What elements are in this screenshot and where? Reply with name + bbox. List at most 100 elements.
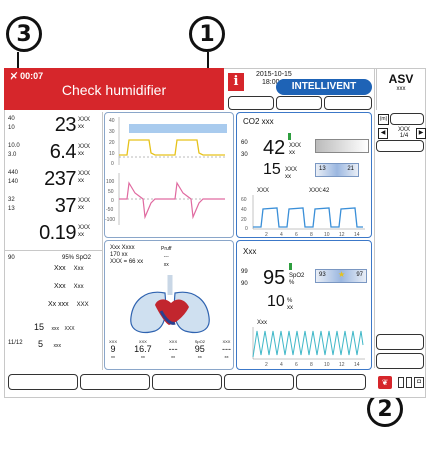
pleth-wave bbox=[252, 330, 364, 358]
pleth-xtick-2: 2 bbox=[265, 362, 268, 368]
right-button-lower-2[interactable] bbox=[376, 353, 424, 369]
vent-mode[interactable]: ASV xxx bbox=[376, 68, 425, 110]
monitoring-value-row: 440 140 237 XXX xx bbox=[8, 167, 102, 193]
pleth-xtick-6: 6 bbox=[295, 362, 298, 368]
monitoring-value-row: 32 13 37 XXX xx bbox=[8, 194, 102, 220]
intellivent-button[interactable]: INTELLIVENT bbox=[276, 79, 372, 95]
limit-high: 440 bbox=[8, 170, 19, 176]
waveform-graphs: 40 30 20 10 0 100 50 0 -50 -100 bbox=[105, 117, 227, 225]
co2-xtick-10: 10 bbox=[324, 232, 330, 237]
left-small-spo2: 95% SpO2 bbox=[62, 255, 92, 261]
right-button-page[interactable] bbox=[376, 140, 424, 152]
spo2-panel: Xxx 99 90 95 SpO2 % 93 ★ 97 10 % xx Xxx … bbox=[236, 240, 372, 370]
lung-value-4: SpO2 95 xx bbox=[194, 339, 205, 359]
monitoring-value: 37 bbox=[54, 195, 77, 217]
header-button-1[interactable] bbox=[228, 96, 274, 110]
left-small-val15: 15 xxx XXX bbox=[34, 322, 75, 332]
co2-sub-unit: XXX xx bbox=[285, 167, 298, 180]
lung-pruff: Pruff --- xx bbox=[161, 246, 172, 268]
humidifier-alarm-icon[interactable]: ❦ bbox=[378, 376, 392, 389]
limit-low: 10 bbox=[8, 125, 15, 131]
left-divider bbox=[102, 112, 103, 370]
co2-sub-value: 15 bbox=[263, 161, 281, 178]
bottom-button-2[interactable] bbox=[80, 374, 150, 390]
left-small-lim: 90 bbox=[8, 255, 15, 261]
pleth-xtick-4: 4 bbox=[280, 362, 283, 368]
monitoring-value: 237 bbox=[44, 168, 76, 190]
co2-ytick-20: 20 bbox=[241, 217, 247, 223]
header-button-2[interactable] bbox=[276, 96, 322, 110]
co2-lim-hi: 60 bbox=[241, 140, 248, 146]
lung-value-2: XXX 16.7 xx bbox=[134, 339, 152, 359]
dynamic-lung-panel: Xxx Xxxx 170 xx XXX = 66 xx Pruff --- xx… bbox=[104, 240, 234, 370]
alarm-bell-off-icon: ✕̸ bbox=[10, 71, 18, 81]
spo2-lim-hi: 99 bbox=[241, 269, 248, 275]
monitoring-unit: XXX xx bbox=[78, 225, 91, 238]
bottom-button-4[interactable] bbox=[224, 374, 294, 390]
limit-high: 32 bbox=[8, 197, 15, 203]
info-icon[interactable]: i bbox=[228, 73, 244, 91]
co2-range-bar: 13 21 bbox=[315, 163, 359, 177]
pleth-xtick-12: 12 bbox=[339, 362, 345, 368]
pressure-tick-20: 20 bbox=[109, 140, 115, 146]
co2-wave bbox=[253, 207, 363, 228]
left-small-row-3: Xx xxx XXX bbox=[48, 301, 89, 308]
co2-xtick-4: 4 bbox=[280, 232, 283, 237]
pleth-xtick-8: 8 bbox=[310, 362, 313, 368]
left-small-block: 90 95% SpO2 Xxx Xxx Xxx Xxx Xx xxx XXX 1… bbox=[4, 250, 102, 371]
bottom-button-3[interactable] bbox=[152, 374, 222, 390]
battery-icon-1 bbox=[398, 377, 404, 388]
pressure-tick-40: 40 bbox=[109, 118, 115, 124]
pressure-tick-0: 0 bbox=[111, 161, 114, 167]
header-button-3[interactable] bbox=[324, 96, 372, 110]
vent-mode-sub: xxx bbox=[396, 86, 406, 92]
power-plug-icon: ◘ bbox=[414, 377, 424, 388]
page-next-button[interactable]: ▶ bbox=[416, 128, 426, 139]
flow-tick-100: 100 bbox=[106, 179, 115, 185]
alarm-bar[interactable]: ✕̸ 00:07 Check humidifier bbox=[4, 68, 224, 110]
spo2-sub-unit: % xx bbox=[287, 298, 293, 311]
page-indicator: XXX 1/4 bbox=[397, 127, 410, 139]
pleth-xtick-10: 10 bbox=[324, 362, 330, 368]
page-prev-button[interactable]: ◀ bbox=[378, 128, 388, 139]
co2-main-value: 42 bbox=[263, 137, 286, 159]
alarm-message: Check humidifier bbox=[61, 82, 167, 98]
co2-xtick-14: 14 bbox=[354, 232, 360, 237]
monitoring-value: 23 bbox=[54, 114, 77, 136]
co2-xtick-2: 2 bbox=[265, 232, 268, 237]
flow-tick-50: 50 bbox=[108, 189, 114, 195]
bottom-button-5[interactable] bbox=[296, 374, 366, 390]
monitoring-value-row: 0.19 XXX xx bbox=[8, 221, 102, 247]
flow-tick-minus-50: -50 bbox=[106, 207, 113, 213]
lock-icon[interactable]: (m) bbox=[378, 114, 389, 125]
co2-title: CO2 xxx bbox=[243, 117, 274, 126]
pleth-xtick-14: 14 bbox=[354, 362, 360, 368]
bottom-button-1[interactable] bbox=[8, 374, 78, 390]
co2-signal-icon bbox=[288, 133, 291, 140]
left-small-lim-1112: 11/12 bbox=[8, 340, 23, 346]
lung-value-1: XXX 9 xx bbox=[109, 339, 118, 359]
monitoring-unit: XXX xx bbox=[78, 171, 91, 184]
right-button-lower-1[interactable] bbox=[376, 334, 424, 350]
lung-bottom-values: XXX 9 xx XXX 16.7 xx XXX --- xx SpO2 95 … bbox=[109, 339, 231, 359]
pressure-tick-10: 10 bbox=[109, 151, 115, 157]
callout-3: 3 bbox=[6, 16, 42, 52]
monitoring-value: 0.19 bbox=[39, 222, 76, 244]
right-button-top[interactable] bbox=[390, 113, 424, 125]
co2-ytick-40: 40 bbox=[241, 207, 247, 213]
co2-xtick-6: 6 bbox=[295, 232, 298, 237]
co2-xtick-12: 12 bbox=[339, 232, 345, 237]
lung-value-3: XXX --- xx bbox=[168, 339, 178, 359]
monitoring-value-row: 10.0 3.0 6.4 XXX xx bbox=[8, 140, 102, 166]
limit-low: 3.0 bbox=[8, 152, 17, 158]
spo2-sub-value: 10 bbox=[267, 293, 285, 310]
spo2-range-bar: 93 ★ 97 bbox=[315, 269, 367, 283]
limit-high: 10.0 bbox=[8, 143, 20, 149]
left-small-val5: 5 xxx bbox=[38, 339, 62, 349]
spo2-lim-lo: 90 bbox=[241, 281, 248, 287]
spo2-target-star-icon: ★ bbox=[338, 270, 346, 279]
pressure-wave bbox=[119, 139, 225, 156]
alarm-time: ✕̸ 00:07 bbox=[10, 71, 44, 81]
lung-graphic bbox=[130, 275, 210, 334]
co2-waveform: 60 40 20 0 2 4 6 8 10 12 14 bbox=[241, 195, 365, 237]
